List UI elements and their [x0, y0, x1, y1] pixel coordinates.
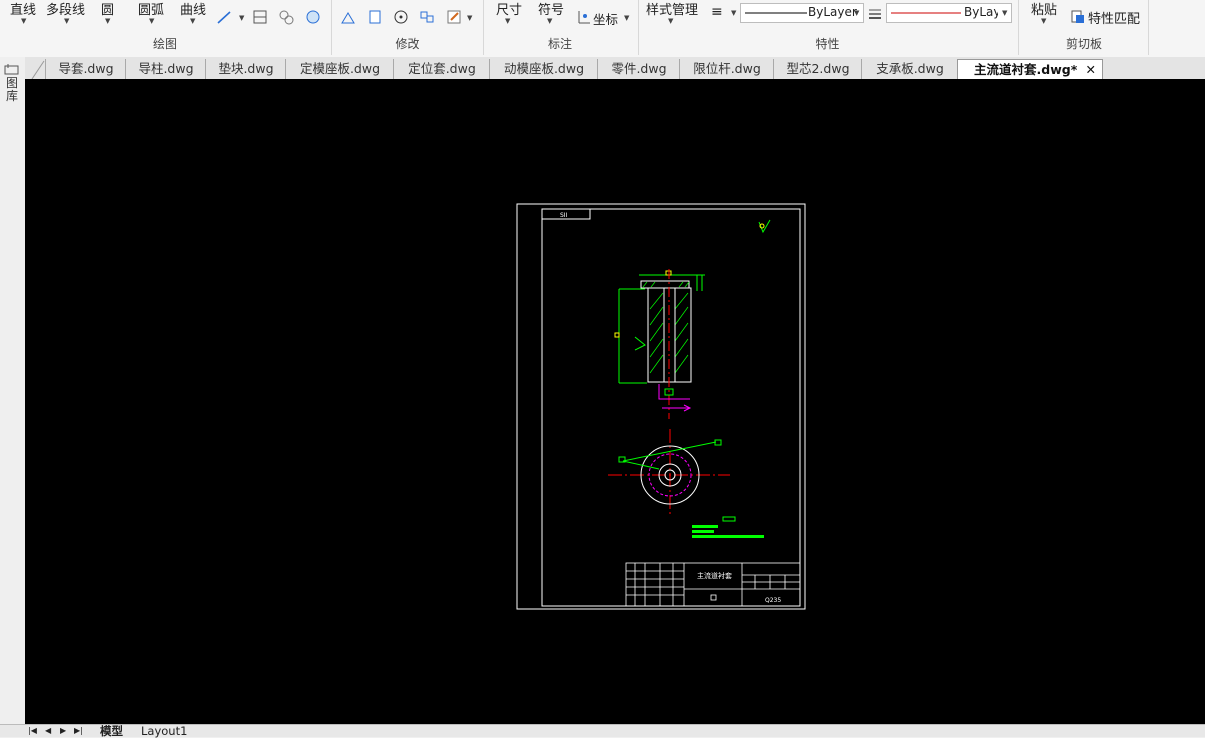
linetype-list-icon[interactable]: ≡ [711, 4, 723, 20]
polyline-dropdown-icon[interactable]: ▼ [64, 17, 69, 25]
annotate-group-label: 标注 [547, 37, 572, 51]
height-text-marker [614, 332, 620, 338]
ribbon-separator [638, 0, 639, 55]
file-tab[interactable]: 动模座板.dwg [489, 59, 598, 79]
prev-layout-icon[interactable]: ◀ [45, 725, 51, 737]
ribbon-separator [331, 0, 332, 55]
symbol-dropdown-icon[interactable]: ▼ [547, 17, 552, 25]
sheet-outer-border [516, 203, 806, 610]
note-title-marker [722, 516, 736, 522]
file-tab-bar: 导套.dwg 导柱.dwg 垫块.dwg 定模座板.dwg 定位套.dwg 动模… [25, 57, 1205, 80]
file-tab[interactable]: 支承板.dwg [861, 59, 958, 79]
ribbon-separator [483, 0, 484, 55]
linetype-select-arrow[interactable]: ▼ [854, 9, 859, 17]
coordinate-icon[interactable] [576, 9, 592, 25]
file-tab[interactable]: 限位杆.dwg [679, 59, 774, 79]
line-tool-button[interactable]: 直线 [10, 0, 36, 18]
dimension-tool-button[interactable]: 尺寸 [496, 0, 522, 18]
lineweight-icon[interactable] [867, 6, 883, 22]
coordinate-dropdown-icon[interactable]: ▼ [624, 14, 629, 22]
clipboard-group-label: 剪切板 [1065, 37, 1102, 51]
symbol-tool-button[interactable]: 符号 [538, 0, 564, 18]
hatch-pattern [642, 281, 690, 374]
first-layout-icon[interactable]: |◀ [28, 725, 37, 737]
ribbon-separator [1018, 0, 1019, 55]
file-tab[interactable]: 定模座板.dwg [285, 59, 394, 79]
ray-line-icon[interactable] [216, 9, 232, 25]
polyline-tool-button[interactable]: 多段线 [46, 0, 85, 18]
diameter-leader-left [622, 460, 660, 470]
draw-group-label: 绘图 [152, 37, 177, 51]
title-block-part-name: 主流道衬套 [697, 571, 732, 580]
curve-dropdown-icon[interactable]: ▼ [190, 17, 195, 25]
properties-group-label: 特性 [815, 37, 840, 51]
layout1-tab[interactable]: Layout1 [141, 725, 187, 737]
array-icon[interactable] [419, 9, 435, 25]
circle-dropdown-icon[interactable]: ▼ [105, 17, 110, 25]
lineweight-value: ByLay [964, 5, 998, 19]
circle-tool-button[interactable]: 圆 [101, 0, 114, 18]
section-arrow-line [658, 384, 690, 400]
corner-label: SII [560, 212, 568, 219]
file-tab-active-label: 主流道衬套.dwg* [974, 62, 1078, 77]
panel-toggle-icon[interactable] [4, 63, 20, 75]
region-icon[interactable] [278, 9, 294, 25]
lineweight-select[interactable]: ByLay ▼ [886, 3, 1012, 23]
file-tab[interactable]: 导套.dwg [45, 59, 126, 79]
taper-symbol [634, 336, 646, 351]
tab-start-slant-icon [31, 60, 45, 79]
hatch-icon[interactable] [252, 9, 268, 25]
mirror-icon[interactable] [340, 9, 356, 25]
boundary-icon[interactable] [305, 9, 321, 25]
technical-notes [692, 525, 764, 538]
paste-button[interactable]: 粘贴 [1031, 0, 1057, 18]
drawing-canvas[interactable]: SII 主流道衬套 Q235 [25, 79, 1205, 724]
ribbon: 直线 ▼ 多段线 ▼ 圆 ▼ 圆弧 ▼ 曲线 ▼ ▼ 绘图 ▼ 修改 尺寸 ▼ … [0, 0, 1205, 58]
stretch-icon[interactable] [367, 9, 383, 25]
lineweight-sample-icon [891, 12, 961, 14]
lineweight-select-arrow[interactable]: ▼ [1002, 9, 1007, 17]
modify-group-label: 修改 [395, 37, 420, 51]
drawing-sheet: SII 主流道衬套 Q235 [516, 203, 806, 610]
model-tab[interactable]: 模型 [100, 725, 123, 737]
coordinate-tool-button[interactable]: 坐标 [593, 9, 618, 28]
style-manager-button[interactable]: 样式管理 [646, 0, 698, 18]
plan-view [608, 429, 730, 517]
line-dropdown-icon[interactable]: ▼ [21, 17, 26, 25]
style-manager-dropdown-icon[interactable]: ▼ [668, 17, 673, 25]
curve-tool-button[interactable]: 曲线 [180, 0, 206, 18]
modify-more-dropdown-icon[interactable]: ▼ [467, 14, 472, 22]
linetype-select[interactable]: ByLayer ▼ [740, 3, 864, 23]
last-layout-icon[interactable]: ▶| [74, 725, 83, 737]
linetype-value: ByLayer [808, 5, 857, 19]
flange-outline [640, 280, 690, 289]
ray-dropdown-icon[interactable]: ▼ [239, 14, 244, 22]
left-panel: 图库 [0, 57, 26, 736]
next-layout-icon[interactable]: ▶ [60, 725, 66, 737]
section-view [614, 269, 705, 419]
file-tab-active[interactable]: 主流道衬套.dwg* ✕ [957, 59, 1103, 79]
ribbon-separator [1148, 0, 1149, 55]
paste-dropdown-icon[interactable]: ▼ [1041, 17, 1046, 25]
title-block-material: Q235 [765, 597, 781, 604]
library-panel-label[interactable]: 图库 [6, 77, 20, 103]
linetype-sample-icon [745, 12, 807, 14]
dimension-dropdown-icon[interactable]: ▼ [505, 17, 510, 25]
linetype-dropdown-arrow[interactable]: ▼ [731, 9, 736, 17]
match-properties-icon[interactable] [1070, 9, 1086, 25]
edit-icon[interactable] [446, 9, 462, 25]
rotate-icon[interactable] [393, 9, 409, 25]
file-tab[interactable]: 垫块.dwg [205, 59, 286, 79]
close-tab-icon[interactable]: ✕ [1086, 60, 1096, 80]
arc-tool-button[interactable]: 圆弧 [138, 0, 164, 18]
layout-tab-bar: |◀ ◀ ▶ ▶| 模型 Layout1 [0, 724, 1205, 737]
file-tab[interactable]: 导柱.dwg [125, 59, 206, 79]
file-tab[interactable]: 定位套.dwg [393, 59, 490, 79]
file-tab[interactable]: 型芯2.dwg [773, 59, 862, 79]
file-tab[interactable]: 零件.dwg [597, 59, 680, 79]
arc-dropdown-icon[interactable]: ▼ [149, 17, 154, 25]
match-properties-button[interactable]: 特性匹配 [1088, 8, 1140, 27]
